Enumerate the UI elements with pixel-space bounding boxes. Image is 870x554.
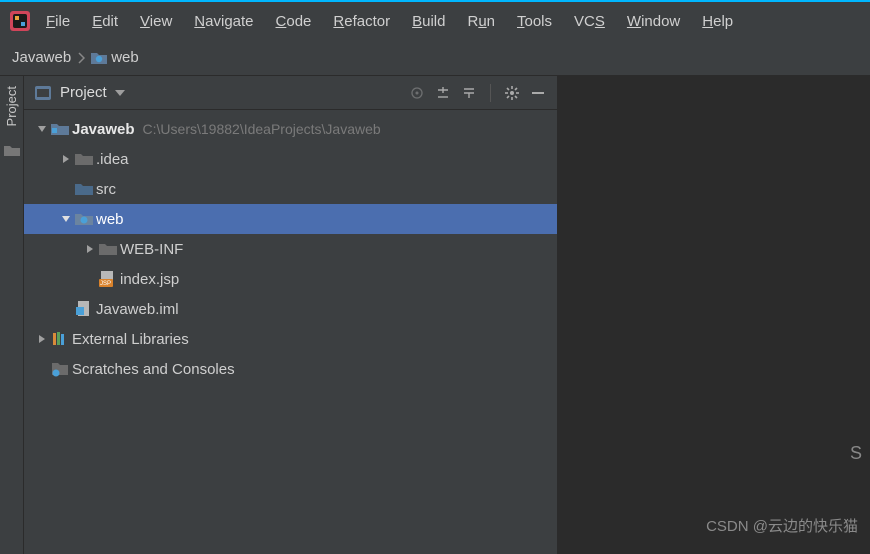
jsp-file-icon: JSP [98,271,118,287]
libraries-icon [50,331,70,347]
menu-window[interactable]: Window [619,9,688,34]
project-tool-header: Project [24,76,557,110]
collapse-all-icon[interactable] [460,84,478,102]
expander-icon[interactable] [58,214,74,224]
breadcrumb-root-label: Javaweb [12,49,71,66]
folder-icon [98,242,118,256]
project-tree: Javaweb C:\Users\19882\IdeaProjects\Java… [24,110,557,554]
watermark: CSDN @云边的快乐猫 [706,515,858,536]
editor-area: S CSDN @云边的快乐猫 [558,76,870,554]
tree-idea-label: .idea [96,151,129,168]
gutter-structure-icon[interactable] [4,144,20,156]
web-folder-icon [91,51,107,65]
tree-root-path: C:\Users\19882\IdeaProjects\Javaweb [143,121,381,137]
tree-scratch-label: Scratches and Consoles [72,361,235,378]
menu-view[interactable]: View [132,9,180,34]
tool-gutter: Project [0,76,24,554]
toolbar-divider [490,84,491,102]
expand-all-icon[interactable] [434,84,452,102]
tree-node-root[interactable]: Javaweb C:\Users\19882\IdeaProjects\Java… [24,114,557,144]
tree-node-indexjsp[interactable]: JSP index.jsp [24,264,557,294]
gear-icon[interactable] [503,84,521,102]
tree-root-label: Javaweb [72,121,135,138]
app-icon [8,9,32,33]
tree-node-src[interactable]: src [24,174,557,204]
scratches-icon [50,361,70,377]
menubar: File Edit View Navigate Code Refactor Bu… [0,2,870,40]
menu-run[interactable]: Run [459,9,503,34]
hide-icon[interactable] [529,84,547,102]
tree-node-web[interactable]: web [24,204,557,234]
project-scope-icon [34,84,52,102]
tree-indexjsp-label: index.jsp [120,271,179,288]
locate-icon[interactable] [408,84,426,102]
tree-web-label: web [96,211,124,228]
menu-refactor[interactable]: Refactor [325,9,398,34]
menu-tools[interactable]: Tools [509,9,560,34]
project-scope-label[interactable]: Project [60,84,107,101]
tree-extlib-label: External Libraries [72,331,189,348]
expander-icon[interactable] [34,334,50,344]
right-edge-hint: S [850,443,862,464]
menu-navigate[interactable]: Navigate [186,9,261,34]
breadcrumb-web-label: web [111,49,139,66]
menu-code[interactable]: Code [268,9,320,34]
breadcrumb-root[interactable]: Javaweb [12,49,71,66]
tree-iml-label: Javaweb.iml [96,301,179,318]
expander-icon[interactable] [58,154,74,164]
tree-node-webinf[interactable]: WEB-INF [24,234,557,264]
tree-src-label: src [96,181,116,198]
web-folder-icon [74,212,94,226]
module-folder-icon [50,122,70,136]
expander-icon[interactable] [34,124,50,134]
breadcrumb: Javaweb web [0,40,870,76]
iml-file-icon [74,301,94,317]
tree-node-iml[interactable]: Javaweb.iml [24,294,557,324]
project-scope-dropdown-icon[interactable] [115,89,125,97]
menu-help[interactable]: Help [694,9,741,34]
breadcrumb-web[interactable]: web [91,49,139,66]
tree-node-idea[interactable]: .idea [24,144,557,174]
main: Project Project [0,76,870,554]
menu-edit[interactable]: Edit [84,9,126,34]
menu-build[interactable]: Build [404,9,453,34]
folder-icon [74,152,94,166]
menu-file[interactable]: File [38,9,78,34]
gutter-project-tab[interactable]: Project [4,86,19,126]
project-tool-window: Project [24,76,558,554]
tree-node-scratch[interactable]: Scratches and Consoles [24,354,557,384]
source-folder-icon [74,182,94,196]
breadcrumb-sep-icon [77,52,85,64]
svg-text:JSP: JSP [100,281,111,287]
expander-icon[interactable] [82,244,98,254]
tree-node-extlib[interactable]: External Libraries [24,324,557,354]
menu-vcs[interactable]: VCS [566,9,613,34]
tree-webinf-label: WEB-INF [120,241,183,258]
